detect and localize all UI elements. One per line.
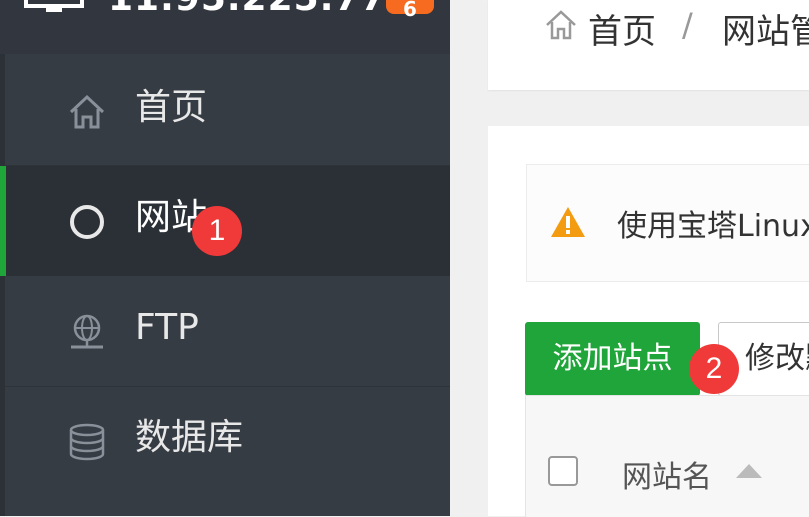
- sidebar-item-label: 首页: [135, 87, 208, 128]
- circle-icon: [70, 205, 104, 239]
- home-icon: [69, 94, 105, 129]
- notice-alert: 使用宝塔Linux: [526, 164, 809, 282]
- breadcrumb-home-link[interactable]: 首页: [588, 4, 656, 53]
- sidebar: 11.95.225.77 6 首页 网站 FTP: [0, 0, 450, 516]
- warning-icon: [551, 207, 585, 237]
- sidebar-header: 11.95.225.77 6: [0, 0, 450, 54]
- sidebar-item-home[interactable]: 首页: [5, 56, 450, 166]
- step-marker-2: 2: [689, 344, 739, 394]
- select-all-checkbox[interactable]: [548, 456, 578, 486]
- breadcrumb-current: 网站管: [722, 12, 809, 52]
- notification-badge[interactable]: 6: [386, 0, 434, 21]
- sort-asc-icon[interactable]: [734, 462, 764, 480]
- step-marker-1: 1: [192, 206, 242, 256]
- column-header-site-name[interactable]: 网站名: [622, 452, 712, 496]
- add-site-button[interactable]: 添加站点: [525, 322, 700, 396]
- alert-text: 使用宝塔Linux: [617, 209, 809, 244]
- table-header: 网站名: [525, 395, 809, 517]
- sidebar-item-label: FTP: [135, 307, 199, 348]
- globe-network-icon: [71, 314, 103, 349]
- sidebar-item-label: 数据库: [135, 417, 244, 458]
- sidebar-item-database[interactable]: 数据库: [5, 386, 450, 496]
- database-icon: [69, 423, 105, 461]
- main-panel: 使用宝塔Linux 添加站点 修改默 网站名: [488, 126, 809, 517]
- home-icon: [546, 10, 576, 40]
- monitor-icon: [24, 0, 84, 12]
- sidebar-item-ftp[interactable]: FTP: [5, 276, 450, 386]
- breadcrumb-separator: /: [682, 6, 693, 44]
- server-ip: 11.95.225.77: [108, 0, 386, 19]
- breadcrumb: 首页 / 网站管: [488, 0, 809, 90]
